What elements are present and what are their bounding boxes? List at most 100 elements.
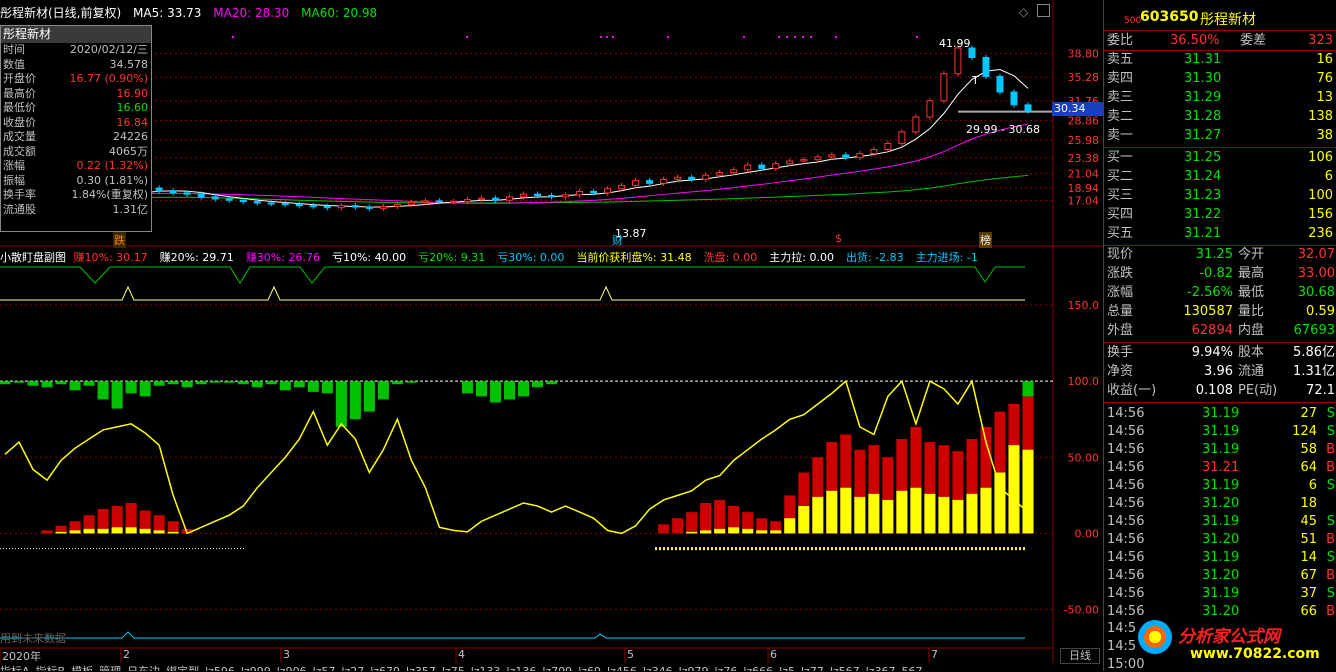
- indicator-tab[interactable]: 模板: [71, 665, 93, 671]
- stat-value: 32.07: [1297, 247, 1335, 262]
- indicator-tab[interactable]: lz596: [205, 665, 235, 671]
- green-bar: [195, 381, 207, 385]
- info-value: 0.30 (1.81%): [76, 173, 148, 187]
- row-price: 31.22: [1184, 207, 1222, 222]
- tick-volume: 45: [1300, 514, 1317, 529]
- stat-row: 换手 9.94% 股本 5.86亿: [1104, 344, 1336, 362]
- green-bar: [531, 381, 544, 388]
- green-bar: [237, 381, 249, 385]
- indicator-tab[interactable]: lz69: [578, 665, 601, 671]
- indicator-tab[interactable]: lz75: [442, 665, 465, 671]
- stat-value: 31.25: [1195, 247, 1233, 262]
- future-data-note: 用到未来数据: [0, 632, 66, 645]
- candle-body: [912, 116, 920, 133]
- indicator-tab[interactable]: 指标A: [0, 665, 30, 671]
- indicator-tab[interactable]: lz567: [830, 665, 860, 671]
- indicator-tab[interactable]: lz5: [779, 665, 795, 671]
- stat-label: 换手: [1107, 345, 1134, 360]
- tick-price: 31.19: [1202, 406, 1240, 421]
- main-y-tick: 38.80: [1068, 47, 1100, 60]
- row-price: 31.24: [1184, 169, 1222, 184]
- tick-volume: 18: [1300, 496, 1317, 511]
- indicator-tab[interactable]: lz367: [866, 665, 896, 671]
- tick-price: 31.21: [1202, 460, 1240, 475]
- sub-y-tick: 150.0: [1068, 299, 1100, 312]
- x-label: 3: [283, 648, 290, 661]
- candle-body: [225, 198, 233, 201]
- tick-row: 14:56 31.19 58 B: [1104, 441, 1336, 459]
- indicator-tab[interactable]: lz456: [607, 665, 637, 671]
- candle-body: [716, 172, 724, 176]
- candle-body: [744, 164, 752, 171]
- stat-label: 量比: [1238, 304, 1265, 319]
- info-row: 收盘价 16.84: [1, 116, 151, 131]
- indicator-tab[interactable]: 指标B: [36, 665, 66, 671]
- divider: [1104, 147, 1336, 148]
- legend-entry: 亏20%: 9.31: [418, 251, 486, 264]
- stat-row: 收益(一) 0.108 PE(动) 72.1: [1104, 382, 1336, 400]
- candle-body: [379, 205, 387, 209]
- indicator-tab[interactable]: lz799: [542, 665, 572, 671]
- green-bar: [363, 381, 375, 412]
- profit-bar-yellow: [784, 518, 796, 534]
- signal-dot: [786, 36, 788, 38]
- indicator-tab[interactable]: lz999: [241, 665, 271, 671]
- indicator-tab[interactable]: lz679: [370, 665, 400, 671]
- stat-label: 内盘: [1238, 323, 1265, 338]
- stat-value: 33.00: [1297, 266, 1335, 281]
- indicator-tab[interactable]: lz57: [313, 665, 336, 671]
- stat-value: 72.1: [1306, 383, 1335, 398]
- candle-body: [842, 154, 850, 159]
- indicator-tab[interactable]: lz346: [643, 665, 673, 671]
- green-bar: [251, 381, 263, 388]
- green-bar: [307, 381, 319, 392]
- indicator-tab[interactable]: lz979: [679, 665, 709, 671]
- green-bar: [503, 381, 516, 400]
- row-price: 31.25: [1184, 150, 1222, 165]
- candle-body: [463, 199, 471, 203]
- legend-entry: 当前价获利盘%: 31.48: [576, 251, 692, 264]
- legend-entry: 赚10%: 30.17: [73, 251, 148, 264]
- tick-price: 31.20: [1202, 496, 1240, 511]
- weibi-value: 36.50%: [1170, 33, 1220, 48]
- tick-price: 31.20: [1202, 532, 1240, 547]
- info-row: 涨幅 0.22 (1.32%): [1, 159, 151, 174]
- indicator-tab[interactable]: lz357: [406, 665, 436, 671]
- profit-bar-yellow: [938, 496, 950, 534]
- tick-side: B: [1326, 460, 1335, 475]
- tick-row: 14:56 31.20 18: [1104, 495, 1336, 513]
- sub-indicator-marks: [0, 266, 1034, 639]
- green-bar: [461, 381, 473, 394]
- profit-bar-yellow: [153, 530, 165, 534]
- stat-value: -2.56%: [1187, 285, 1233, 300]
- indicator-tab[interactable]: lz906: [277, 665, 307, 671]
- profit-bar-yellow: [868, 493, 880, 534]
- indicator-tab[interactable]: 567: [901, 665, 922, 671]
- weicha-label: 委差: [1240, 33, 1267, 48]
- green-bar: [27, 381, 39, 386]
- info-value: 34.578: [109, 57, 149, 71]
- indicator-tab[interactable]: 管理: [99, 665, 121, 671]
- info-key: 换手率: [3, 188, 36, 201]
- indicator-tab[interactable]: lz76: [715, 665, 738, 671]
- signal-dot: [794, 36, 796, 38]
- info-value: 16.60: [116, 101, 149, 114]
- indicator-tab[interactable]: 绑定到: [166, 665, 199, 671]
- profit-bar-yellow: [910, 487, 922, 534]
- green-bar: [55, 381, 67, 385]
- green-bar: [223, 381, 235, 383]
- indicator-tab[interactable]: lz133: [471, 665, 501, 671]
- row-volume: 6: [1324, 169, 1333, 184]
- indicator-tab[interactable]: lz666: [743, 665, 773, 671]
- profit-bar-yellow: [742, 528, 754, 534]
- quote-row: 卖五 31.31 16: [1104, 51, 1336, 69]
- indicator-tab[interactable]: 日东边: [127, 665, 160, 671]
- period-button[interactable]: 日线: [1060, 648, 1100, 664]
- tick-time: 14:56: [1107, 568, 1145, 583]
- indicator-tab[interactable]: lz27: [341, 665, 364, 671]
- candle-body: [576, 190, 584, 196]
- indicator-tab[interactable]: lz136: [507, 665, 537, 671]
- tick-time: 14:56: [1107, 424, 1145, 439]
- code-prefix: 500: [1124, 16, 1142, 26]
- indicator-tab[interactable]: lz77: [801, 665, 824, 671]
